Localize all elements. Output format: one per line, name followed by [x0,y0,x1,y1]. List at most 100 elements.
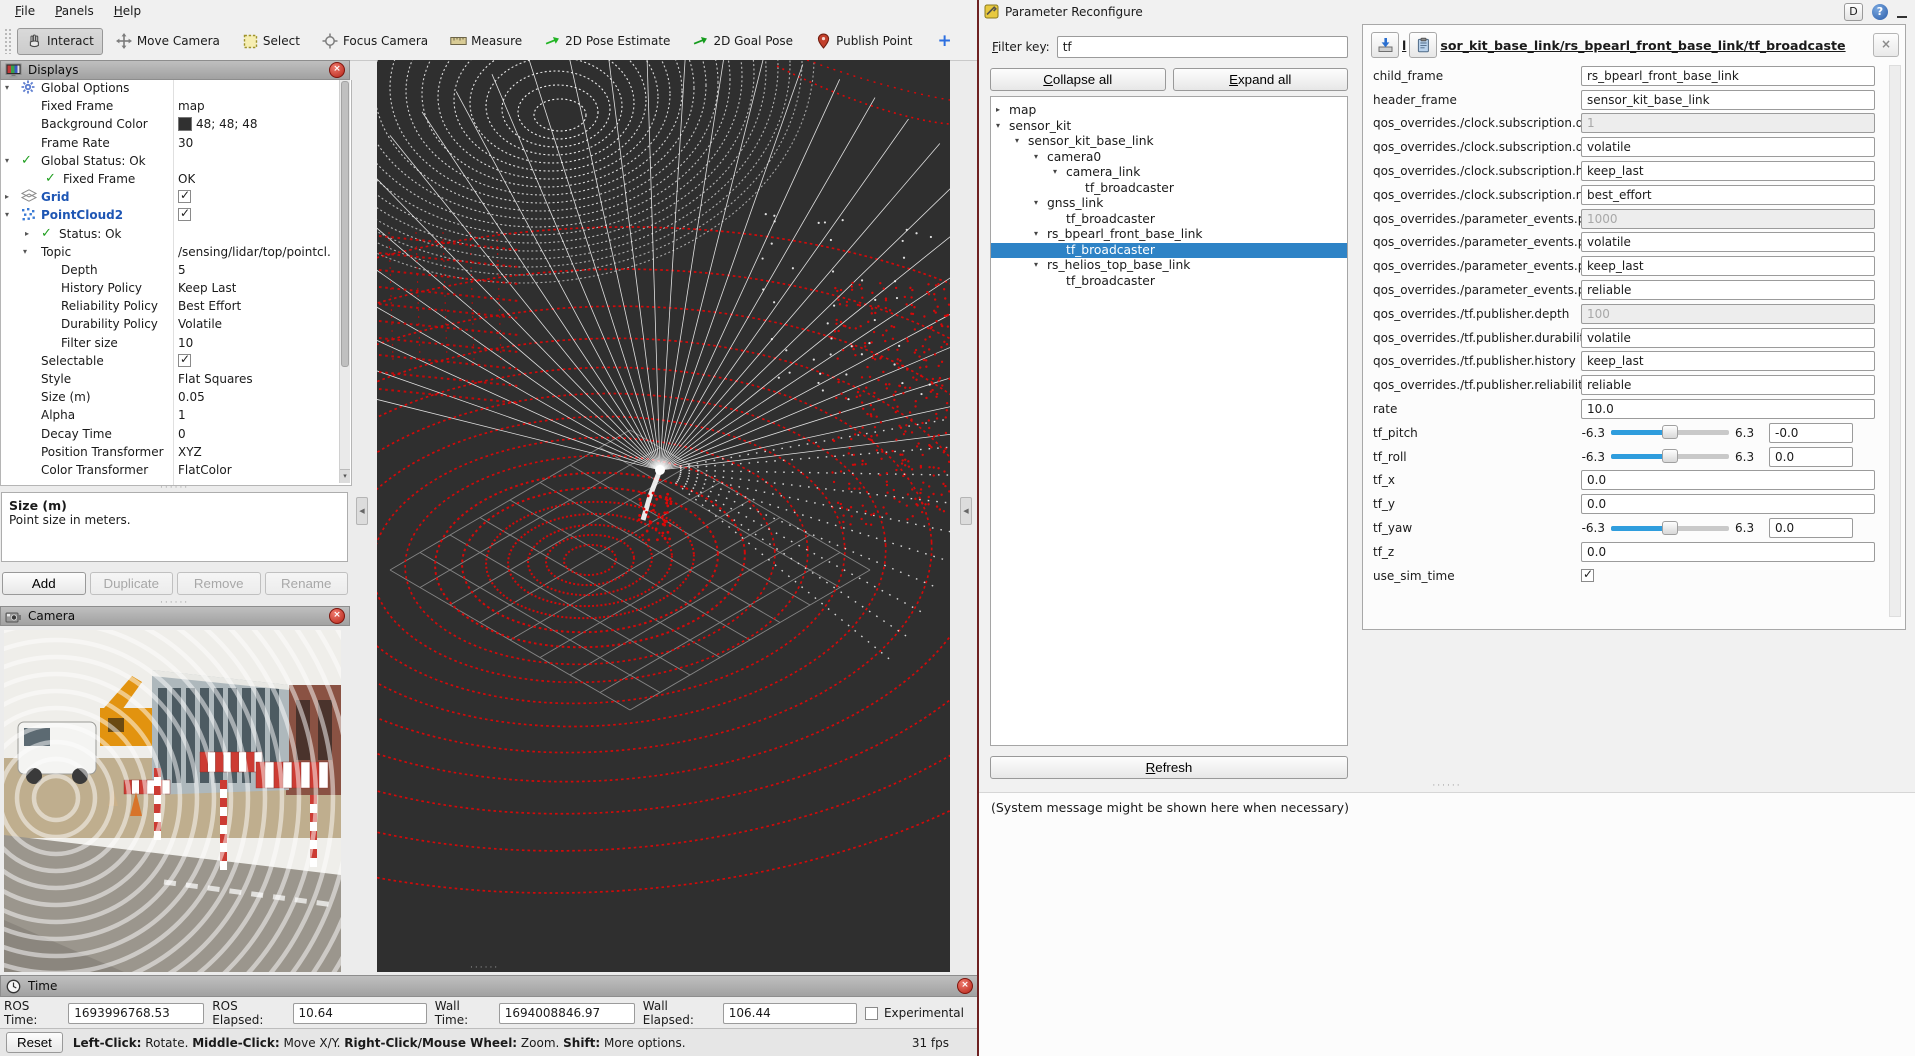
parameter-input[interactable]: sensor_kit_base_link [1581,90,1875,110]
expander-open-icon[interactable]: ▾ [5,156,9,165]
display-property-row[interactable]: Filter size10 [1,335,351,353]
parameter-input[interactable]: reliable [1581,280,1875,300]
frame-tree-item[interactable]: ▾rs_helios_top_base_link [991,258,1347,274]
display-property-row[interactable]: Frame Rate30 [1,135,351,153]
frame-tree-item[interactable]: ▾sensor_kit [991,119,1347,135]
property-value[interactable]: FlatColor [178,463,232,477]
expander-closed-icon[interactable]: ▸ [25,229,29,238]
display-property-row[interactable]: Selectable [1,353,351,371]
checkbox-checked[interactable] [178,208,191,221]
expander-open-icon[interactable]: ▾ [1034,229,1038,238]
tool-measure[interactable]: Measure [441,28,531,55]
expander-open-icon[interactable]: ▾ [1034,198,1038,207]
parameter-input[interactable]: 10.0 [1581,399,1875,419]
property-value[interactable]: Volatile [178,317,222,331]
remove-button[interactable]: Remove [177,572,261,595]
property-value[interactable]: /sensing/lidar/top/pointcl. [178,245,331,259]
3d-viewport[interactable] [377,60,950,972]
expander-open-icon[interactable]: ▾ [23,247,27,256]
property-value[interactable]: 30 [178,136,193,150]
frame-tree-item[interactable]: tf_broadcaster [991,181,1347,197]
load-file-button[interactable] [1371,32,1399,58]
display-property-row[interactable]: Position TransformerXYZ [1,444,351,462]
property-value[interactable]: XYZ [178,445,202,459]
slider-handle[interactable] [1662,425,1678,439]
expander-open-icon[interactable]: ▾ [5,210,9,219]
tree-column-divider[interactable] [173,80,174,485]
slider-handle[interactable] [1662,449,1678,463]
time-field-input[interactable]: 1693996768.53 [68,1003,204,1024]
property-value[interactable] [178,354,191,367]
parameter-input[interactable]: 0.0 [1581,494,1875,514]
save-file-button[interactable] [1409,32,1437,58]
parameter-input[interactable]: volatile [1581,232,1875,252]
tool-publish-point[interactable]: Publish Point [806,28,921,55]
property-value[interactable]: map [178,99,205,113]
slider-track[interactable] [1611,526,1729,531]
close-tab-icon[interactable]: × [1873,33,1899,57]
property-value[interactable]: 48; 48; 48 [178,117,258,131]
time-panel-header[interactable]: Time × [0,975,978,997]
expander-open-icon[interactable]: ▾ [996,121,1000,130]
property-value[interactable] [178,190,191,203]
display-property-row[interactable]: History PolicyKeep Last [1,280,351,298]
menu-panels[interactable]: Panels [46,2,103,20]
expander-open-icon[interactable]: ▾ [1053,167,1057,176]
display-property-row[interactable]: ✓Fixed FrameOK [1,171,351,189]
rename-button[interactable]: Rename [265,572,349,595]
slider-handle[interactable] [1662,521,1678,535]
expander-closed-icon[interactable]: ▸ [5,192,9,201]
toolbar-drag-handle[interactable] [4,28,11,54]
tool-interact[interactable]: Interact [17,28,103,55]
time-field-input[interactable]: 10.64 [293,1003,427,1024]
slider-track[interactable] [1611,430,1729,435]
tool-focus-camera[interactable]: Focus Camera [313,28,437,55]
parameter-input[interactable]: -0.0 [1769,423,1853,443]
displays-scrollbar[interactable]: ▾ [339,80,350,483]
display-property-row[interactable]: Reliability PolicyBest Effort [1,298,351,316]
parameter-input[interactable]: keep_last [1581,161,1875,181]
display-property-row[interactable]: ▸Grid [1,189,351,207]
menu-file[interactable]: File [6,2,44,20]
display-property-row[interactable]: Color TransformerFlatColor [1,462,351,480]
display-property-row[interactable]: Size (m)0.05 [1,389,351,407]
property-value[interactable]: 1 [178,408,186,422]
property-value[interactable]: 0 [178,427,186,441]
filter-key-input[interactable]: tf [1057,36,1348,58]
collapse-left-handle[interactable]: ◀ [356,497,368,525]
tool-move-camera[interactable]: Move Camera [107,28,229,55]
display-property-row[interactable]: ▾Topic/sensing/lidar/top/pointcl. [1,244,351,262]
camera-panel-header[interactable]: Camera × [0,606,350,626]
parameter-input[interactable]: keep_last [1581,256,1875,276]
frame-tree-item[interactable]: tf_broadcaster [991,243,1347,259]
scrollbar-thumb[interactable] [341,81,349,367]
parameter-input[interactable]: 0.0 [1769,447,1853,467]
property-value[interactable] [178,208,191,221]
minimize-icon[interactable] [1897,16,1907,18]
frame-tree-item[interactable]: ▾rs_bpearl_front_base_link [991,227,1347,243]
splitter-handle[interactable]: ······ [979,781,1915,791]
frame-tree-item[interactable]: tf_broadcaster [991,274,1347,290]
property-value[interactable]: OK [178,172,195,186]
experimental-checkbox[interactable] [865,1007,878,1020]
display-property-row[interactable]: ▾Global Options [1,80,351,98]
add-tool-button[interactable]: + [931,31,957,51]
expander-open-icon[interactable]: ▾ [1015,136,1019,145]
dock-button[interactable]: D [1844,3,1863,21]
parameter-checkbox[interactable] [1581,569,1594,582]
parameter-input[interactable]: volatile [1581,328,1875,348]
time-field-input[interactable]: 106.44 [723,1003,857,1024]
expander-open-icon[interactable]: ▾ [1034,152,1038,161]
collapse-right-handle[interactable]: ◀ [960,497,972,525]
slider-track[interactable] [1611,454,1729,459]
display-property-row[interactable]: Fixed Framemap [1,98,351,116]
parameter-input[interactable]: best_effort [1581,185,1875,205]
scrollbar-down-arrow-icon[interactable]: ▾ [340,469,350,483]
expander-closed-icon[interactable]: ▸ [996,105,1000,114]
help-icon[interactable]: ? [1872,4,1888,20]
checkbox-checked[interactable] [178,354,191,367]
display-property-row[interactable]: Durability PolicyVolatile [1,316,351,334]
property-value[interactable]: 10 [178,336,193,350]
frame-tree-item[interactable]: tf_broadcaster [991,212,1347,228]
tool-2d-goal-pose[interactable]: 2D Goal Pose [683,28,802,55]
